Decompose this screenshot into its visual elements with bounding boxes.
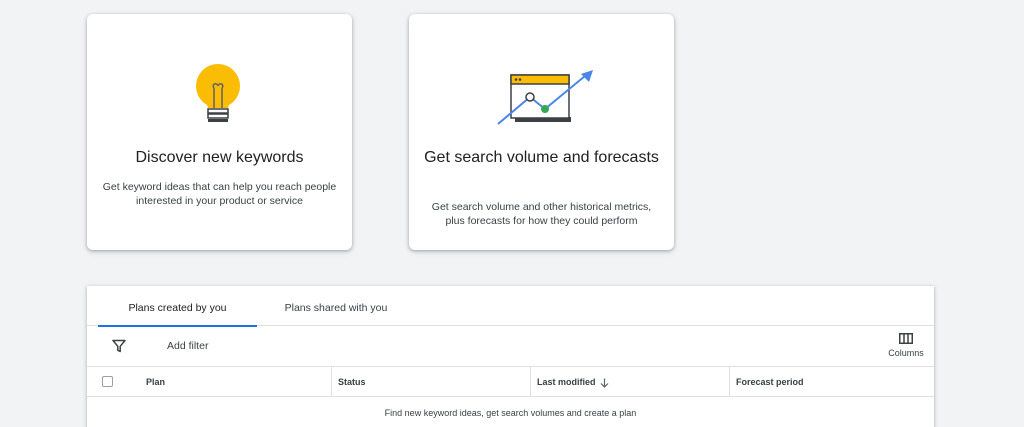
card-description: Get search volume and other historical m… [431, 201, 652, 227]
card-title: Get search volume and forecasts [424, 149, 659, 166]
column-header-last-modified[interactable]: Last modified [530, 367, 729, 397]
tab-plans-created[interactable]: Plans created by you [98, 286, 257, 327]
plans-tabs: Plans created by you Plans shared with y… [87, 286, 934, 327]
trend-chart-icon [409, 69, 674, 135]
columns-button[interactable]: Columns [886, 333, 926, 358]
column-header-forecast-period[interactable]: Forecast period [729, 367, 934, 397]
discover-keywords-card[interactable]: Discover new keywords Get keyword ideas … [87, 14, 352, 250]
columns-icon [899, 333, 913, 344]
table-header: Plan Status Last modified Forecast perio… [87, 367, 934, 397]
search-volume-card[interactable]: Get search volume and forecasts Get sear… [409, 14, 674, 250]
columns-label: Columns [888, 348, 924, 358]
empty-state-message: Find new keyword ideas, get search volum… [384, 408, 637, 418]
tab-plans-shared[interactable]: Plans shared with you [257, 286, 415, 326]
card-description: Get keyword ideas that can help you reac… [102, 181, 337, 207]
column-header-plan[interactable]: Plan [140, 367, 332, 397]
filter-icon[interactable] [112, 339, 126, 353]
arrow-down-icon [600, 378, 608, 388]
select-all-checkbox[interactable] [102, 376, 113, 387]
lightbulb-icon [87, 64, 352, 134]
column-header-status[interactable]: Status [331, 367, 530, 397]
plans-panel: Plans created by you Plans shared with y… [87, 286, 934, 427]
card-title: Discover new keywords [135, 149, 304, 166]
add-filter-button[interactable]: Add filter [167, 340, 208, 352]
filter-bar: Add filter Columns [87, 327, 934, 367]
